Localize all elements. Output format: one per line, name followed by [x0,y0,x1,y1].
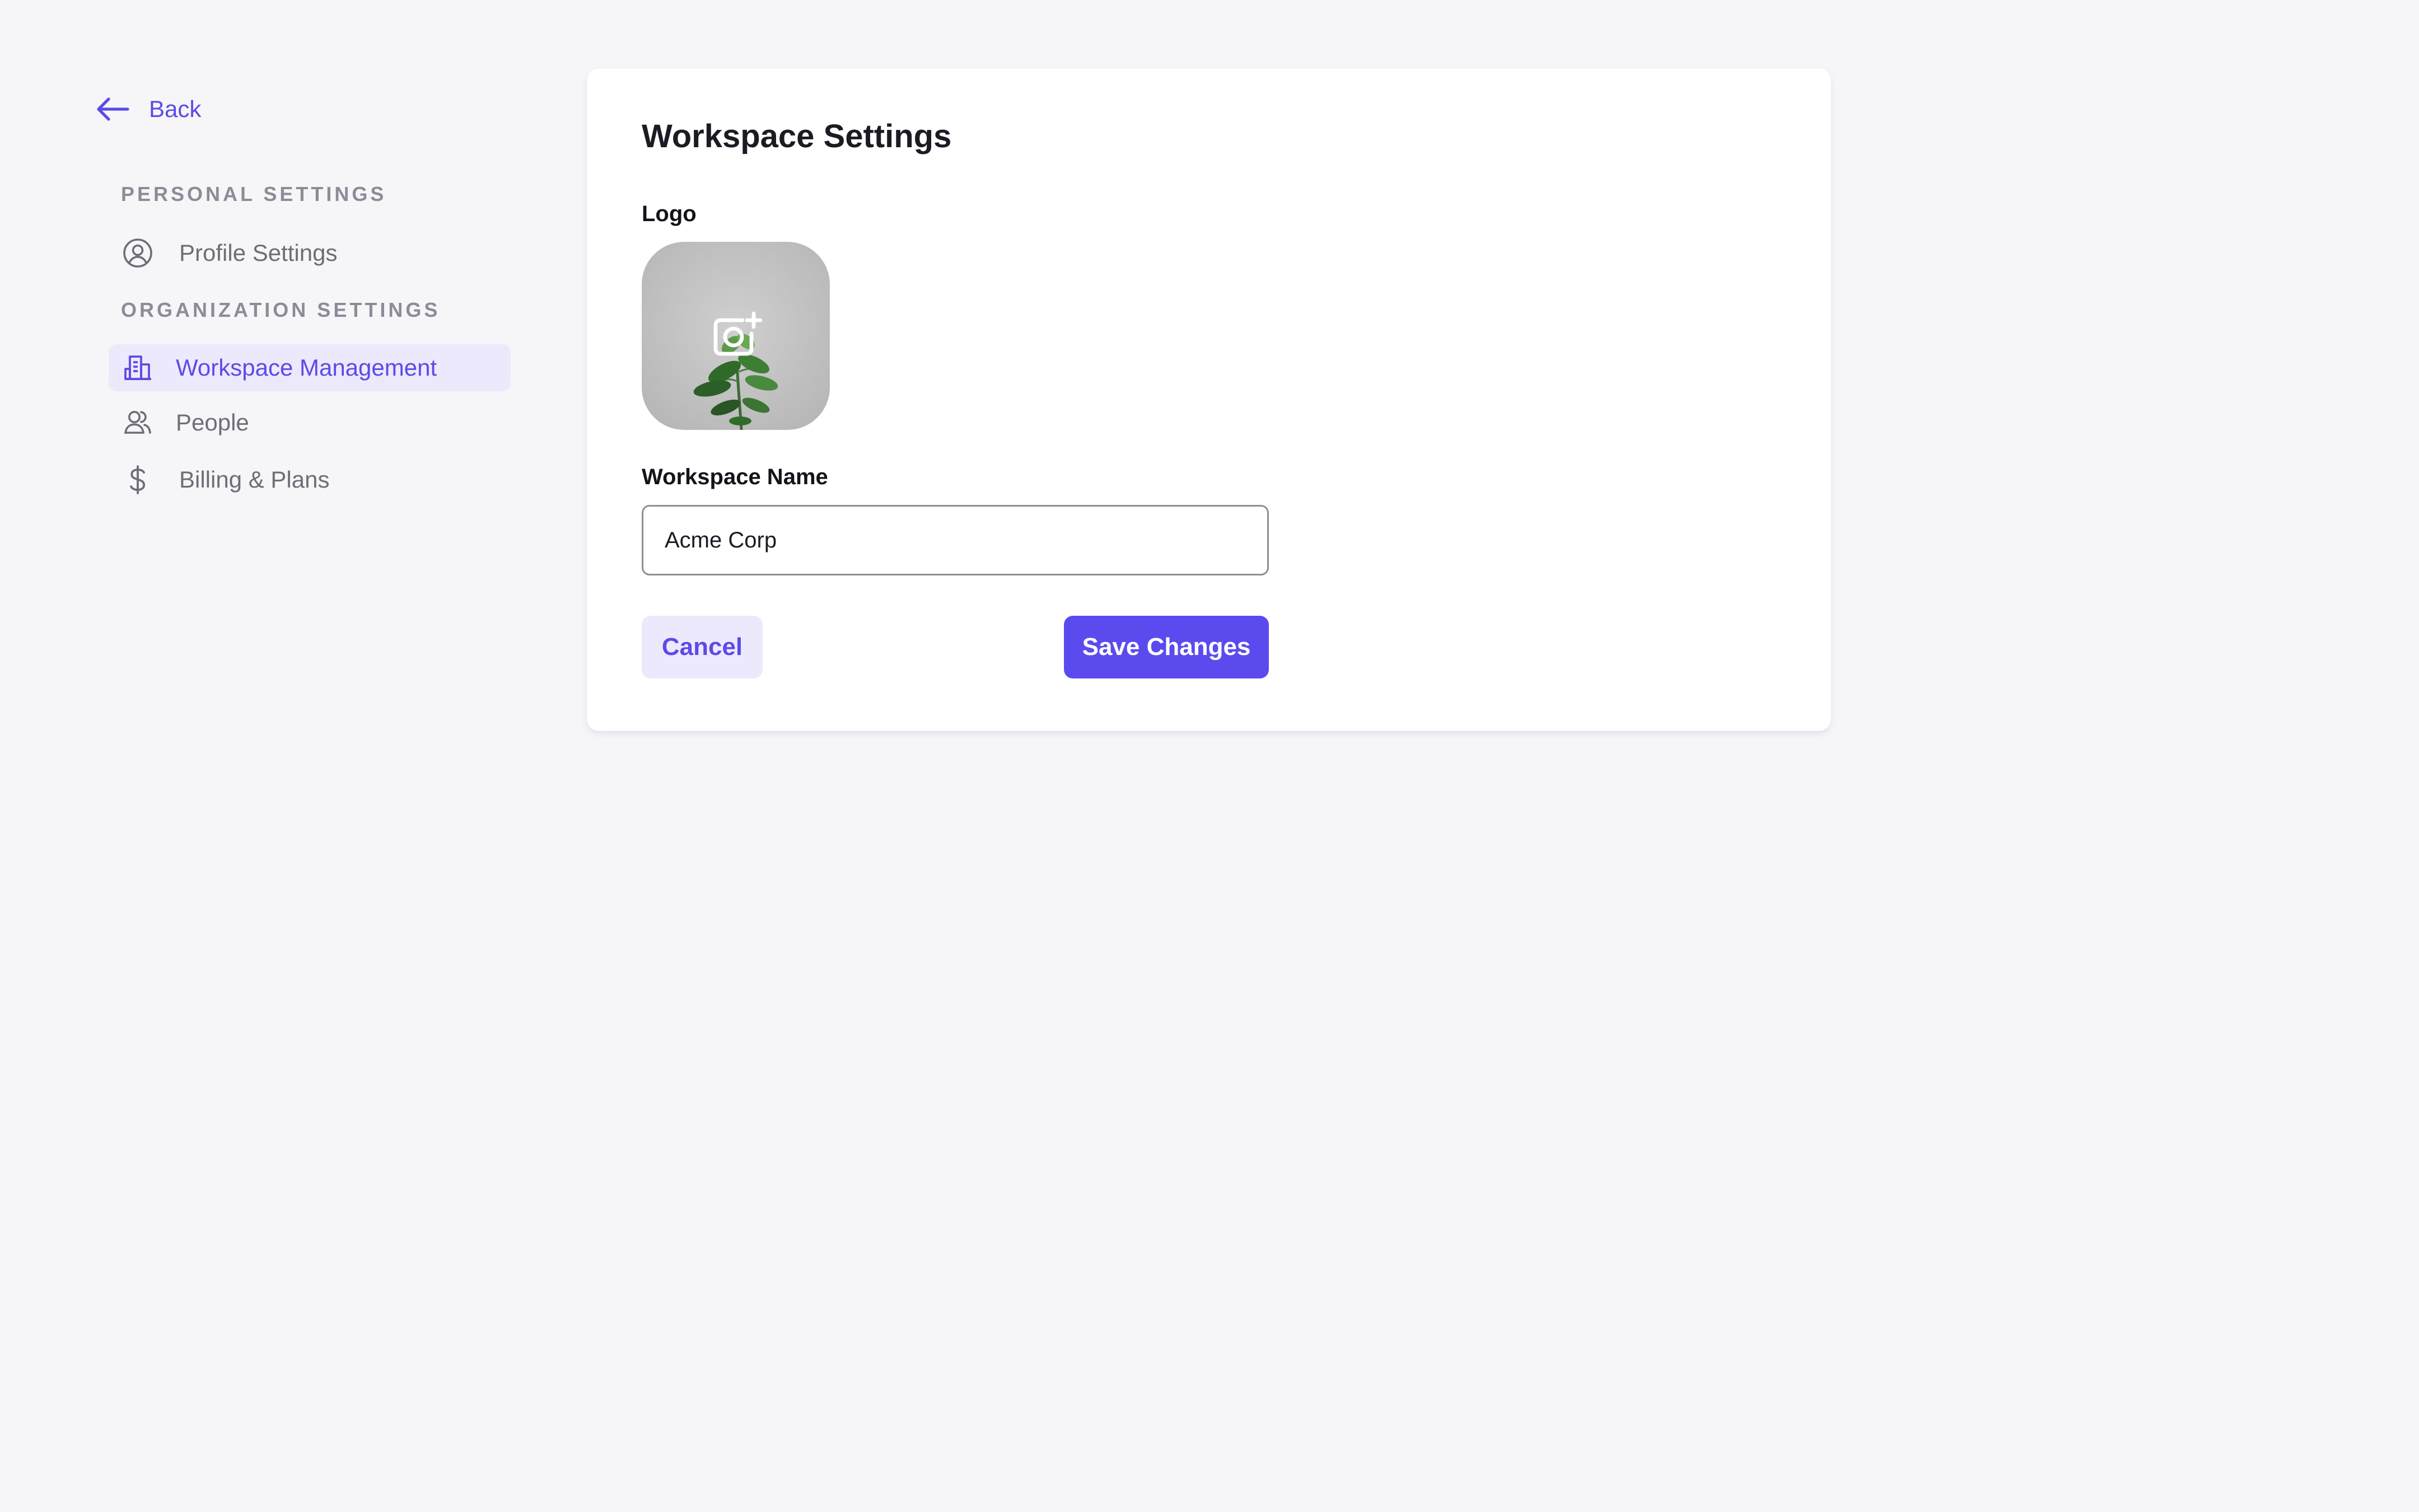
logo-upload[interactable] [642,242,830,430]
sidebar-item-profile-settings[interactable]: Profile Settings [109,230,511,277]
sidebar-item-label: Profile Settings [179,240,338,266]
sidebar-item-billing-plans[interactable]: Billing & Plans [109,456,511,503]
back-link[interactable]: Back [95,92,201,126]
camera-plus-icon [713,311,763,356]
workspace-name-input[interactable] [642,505,1269,575]
sidebar-item-label: Workspace Management [176,354,437,381]
personal-settings-heading: PERSONAL SETTINGS [121,182,387,205]
workspace-settings-card: Workspace Settings Logo Workspace Name A… [587,68,1831,731]
sidebar-item-workspace-management[interactable]: Workspace Management [109,344,511,391]
page-title: Workspace Settings [642,118,952,155]
dollar-icon [122,464,153,495]
arrow-left-icon [97,97,129,121]
sidebar-item-label: Billing & Plans [179,466,330,493]
sidebar-item-label: People [176,409,249,436]
workspace-name-label: Workspace Name [642,465,828,489]
back-label: Back [149,96,202,122]
save-changes-button[interactable]: Save Changes [1064,616,1269,678]
logo-label: Logo [642,202,697,226]
building-icon [122,352,153,383]
sidebar-item-people[interactable]: People [109,399,511,446]
cancel-button[interactable]: Cancel [642,616,763,678]
organization-settings-heading: ORGANIZATION SETTINGS [121,298,441,321]
user-circle-icon [122,237,153,269]
users-icon [122,407,153,438]
